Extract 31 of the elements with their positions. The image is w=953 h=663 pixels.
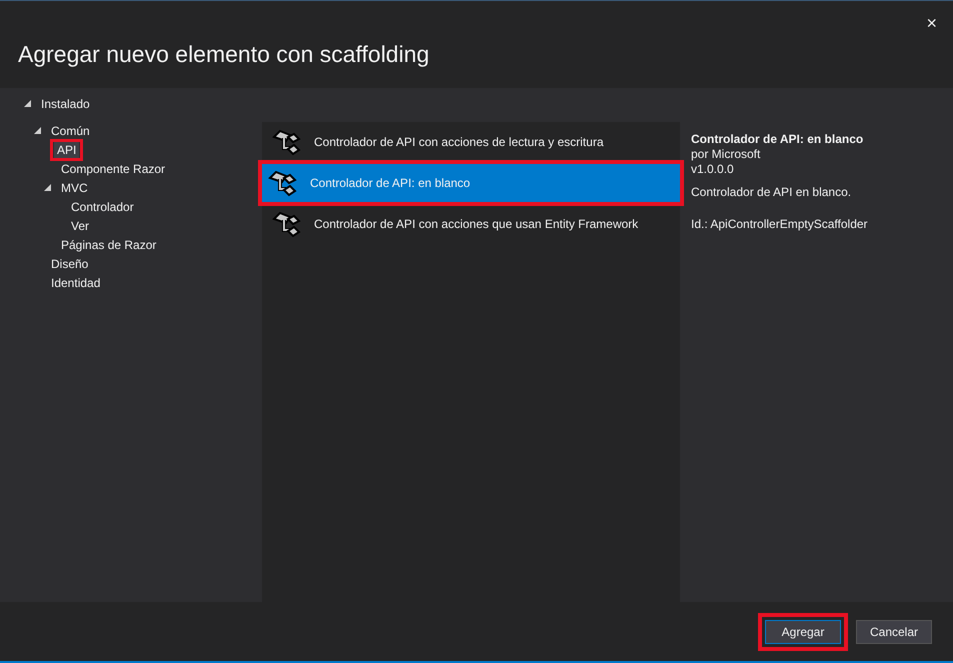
controller-icon [268,169,298,197]
tree-item[interactable]: Controlador [68,198,137,214]
dialog-button[interactable]: Agregar [765,620,841,644]
tree-item[interactable]: Común [48,122,93,138]
expand-arrow-icon[interactable] [34,127,44,134]
tree-item[interactable]: Ver [68,218,92,234]
tree-item[interactable]: Instalado [38,96,93,112]
expand-arrow-icon[interactable] [24,100,34,107]
description-text: Controlador de API en blanco. [691,185,852,200]
expand-arrow-icon[interactable] [44,184,54,191]
tree-item[interactable]: API [54,142,80,158]
author-text: por Microsoft [691,147,762,162]
template-name: Controlador de API: en blanco [310,176,470,190]
template-item[interactable]: Controlador de API con acciones que usan Entity Framework [262,206,680,242]
tree-item[interactable]: Diseño [48,256,92,272]
window-title: Agregar nuevo elemento con scaffolding [18,41,430,68]
id-text: Id.: ApiControllerEmptyScaffolder [691,217,869,232]
tree-item[interactable]: Componente Razor [58,160,168,176]
tree-item[interactable]: Identidad [48,274,104,290]
template-item[interactable]: Controlador de API: en blanco [262,164,680,202]
close-button[interactable]: × [924,13,939,33]
template-title: Controlador de API: en blanco [691,132,864,147]
tree-item[interactable]: MVC [58,180,91,196]
controller-icon [272,128,302,156]
tree-item[interactable]: Páginas de Razor [58,236,160,252]
template-item[interactable]: Controlador de API con acciones de lectura y escritura [262,124,680,160]
template-name: Controlador de API con acciones que usan Entity Framework [314,217,638,231]
controller-icon [272,210,302,238]
template-name: Controlador de API con acciones de lectura y escritura [314,135,604,149]
version-text: v1.0.0.0 [691,162,735,177]
dialog-button[interactable]: Cancelar [856,620,932,644]
